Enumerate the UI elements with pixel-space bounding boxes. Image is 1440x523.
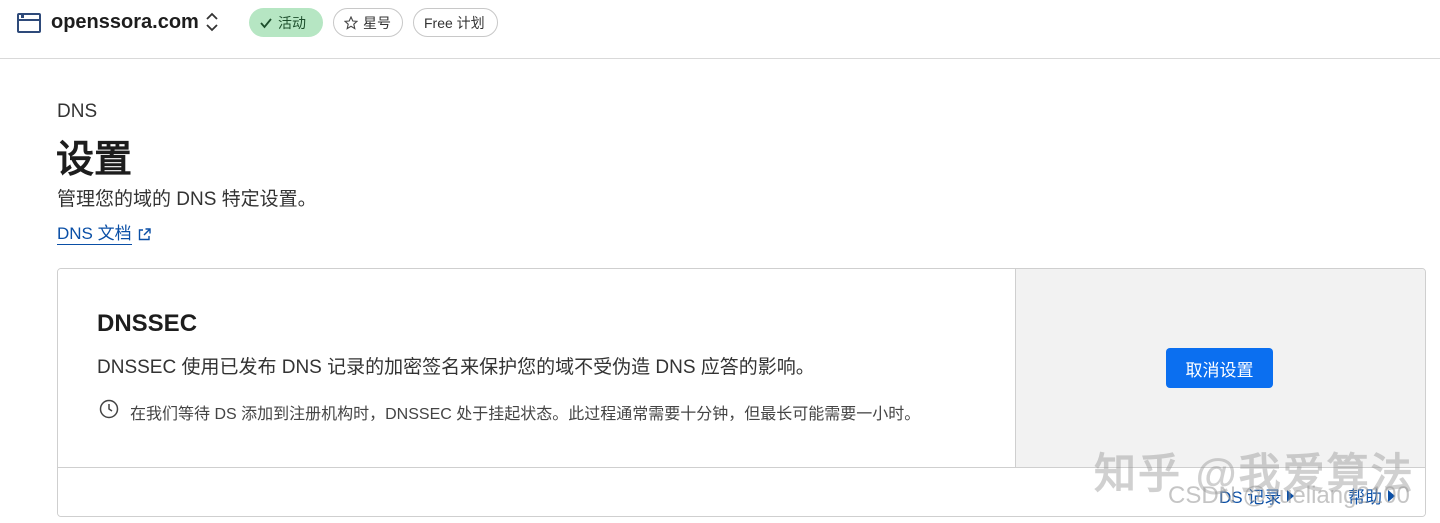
dnssec-info-panel: DNSSEC DNSSEC 使用已发布 DNS 记录的加密签名来保护您的域不受伪… <box>58 269 1016 467</box>
clock-icon <box>99 399 119 419</box>
page-description: 管理您的域的 DNS 特定设置。 <box>57 189 317 210</box>
card-title: DNSSEC <box>97 310 198 337</box>
pending-note: 在我们等待 DS 添加到注册机构时，DNSSEC 处于挂起状态。此过程通常需要十… <box>130 406 921 423</box>
star-label: 星号 <box>363 14 391 31</box>
check-icon <box>259 16 273 30</box>
star-button[interactable]: 星号 <box>333 8 403 37</box>
plan-badge[interactable]: Free 计划 <box>413 8 498 37</box>
external-link-icon[interactable] <box>137 227 152 242</box>
browser-window-icon <box>17 13 41 33</box>
dns-docs-link[interactable]: DNS 文档 <box>57 224 132 245</box>
cancel-setup-button[interactable]: 取消设置 <box>1166 348 1273 388</box>
section-label: DNS <box>57 101 98 122</box>
domain-name[interactable]: openssora.com <box>51 11 199 34</box>
top-bar: openssora.com 活动 星号 Free 计划 <box>0 0 1440 59</box>
page-title: 设置 <box>56 139 133 181</box>
watermark-sub: CSDN @yueliang2100 <box>1168 482 1410 509</box>
star-icon <box>344 15 358 30</box>
plan-label: Free 计划 <box>424 14 485 31</box>
dnssec-action-panel: 取消设置 <box>1016 269 1425 467</box>
status-badge: 活动 <box>249 8 323 37</box>
chevron-updown-icon[interactable] <box>203 10 221 34</box>
card-description: DNSSEC 使用已发布 DNS 记录的加密签名来保护您的域不受伪造 DNS 应… <box>97 357 815 378</box>
status-label: 活动 <box>278 14 306 31</box>
